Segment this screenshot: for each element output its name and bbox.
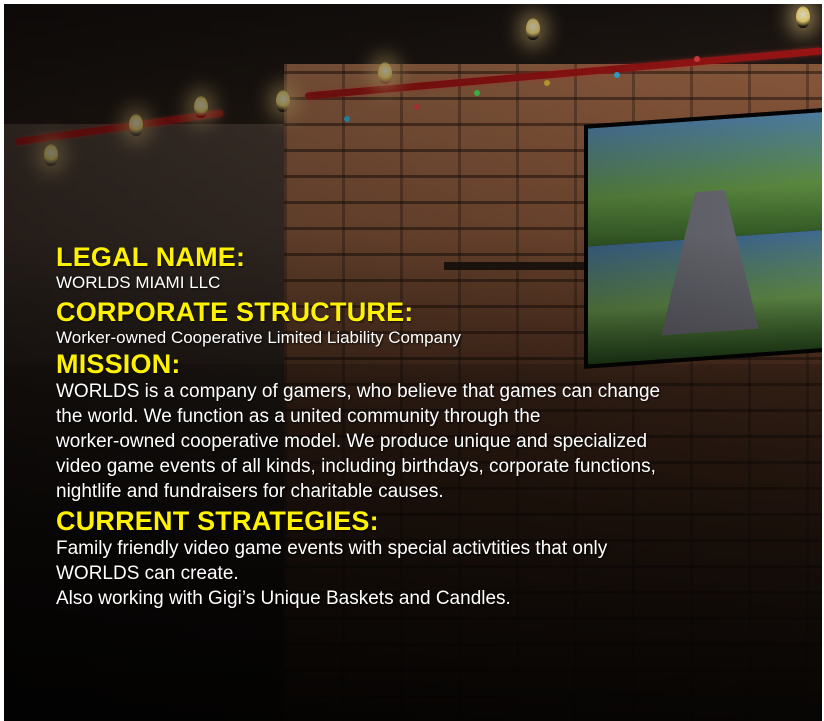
text-line: the world. We function as a united commu… [56,406,541,427]
text-line: video game events of all kinds, includin… [56,456,656,477]
text-line: WORLDS is a company of gamers, who belie… [56,381,661,402]
current-strategies-heading: CURRENT STRATEGIES: [56,506,379,536]
current-strategies-text: Family friendly video game events with s… [56,536,796,611]
mission-text: WORLDS is a company of gamers, who belie… [56,379,796,504]
text-line: Worker-owned Cooperative Limited Liabili… [56,328,462,347]
text-line: Family friendly video game events with s… [56,538,608,559]
text-line: Also working with Gigi’s Unique Baskets … [56,588,511,609]
mission-heading: MISSION: [56,349,181,379]
legal-name-heading: LEGAL NAME: [56,242,246,272]
corporate-structure-heading: CORPORATE STRUCTURE: [56,297,414,327]
text-line: nightlife and fundraisers for charitable… [56,481,444,502]
company-info: LEGAL NAME: WORLDS MIAMI LLC CORPORATE S… [56,242,796,611]
legal-name-value: WORLDS MIAMI LLC [56,272,796,294]
text-line: WORLDS MIAMI LLC [56,273,221,292]
text-line: WORLDS can create. [56,563,239,584]
text-line: worker-owned cooperative model. We produ… [56,431,648,452]
corporate-structure-value: Worker-owned Cooperative Limited Liabili… [56,327,796,349]
